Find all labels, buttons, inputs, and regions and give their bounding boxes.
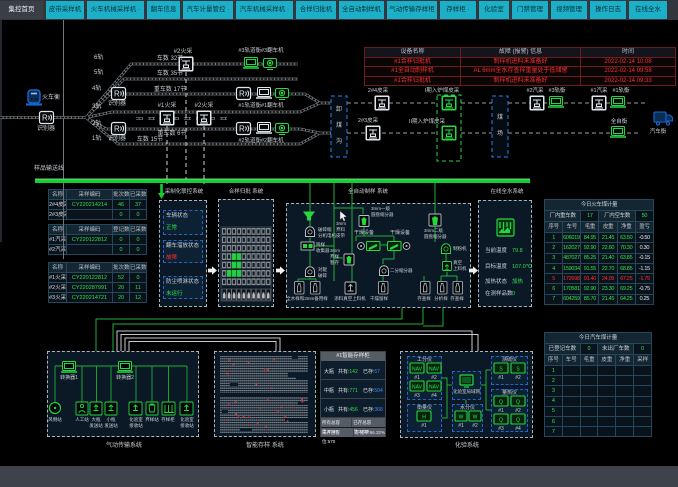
svg-text:#2: #2: [431, 375, 437, 381]
svg-text:H: H: [422, 415, 426, 421]
svg-text:#4: #4: [515, 426, 521, 432]
svg-text:#1: #1: [421, 423, 427, 429]
svg-text:#2: #2: [515, 375, 521, 381]
svg-text:W: W: [473, 415, 478, 421]
svg-text:#2: #2: [472, 423, 478, 429]
svg-text:Q: Q: [516, 418, 520, 424]
svg-text:#4: #4: [431, 393, 437, 399]
svg-text:#1: #1: [498, 375, 504, 381]
svg-text:#3: #3: [414, 393, 420, 399]
svg-text:Q: Q: [516, 400, 520, 406]
svg-text:NAV: NAV: [429, 385, 440, 391]
svg-text:NAV: NAV: [412, 367, 423, 373]
svg-text:W: W: [459, 415, 464, 421]
svg-text:NAV: NAV: [412, 385, 423, 391]
svg-text:Q: Q: [499, 418, 503, 424]
svg-text:#1: #1: [414, 375, 420, 381]
svg-text:Q: Q: [499, 400, 503, 406]
svg-text:#3: #3: [498, 426, 504, 432]
svg-text:NAV: NAV: [429, 367, 440, 373]
svg-text:#1: #1: [498, 408, 504, 414]
svg-text:#1: #1: [458, 423, 464, 429]
svg-text:#2: #2: [515, 408, 521, 414]
